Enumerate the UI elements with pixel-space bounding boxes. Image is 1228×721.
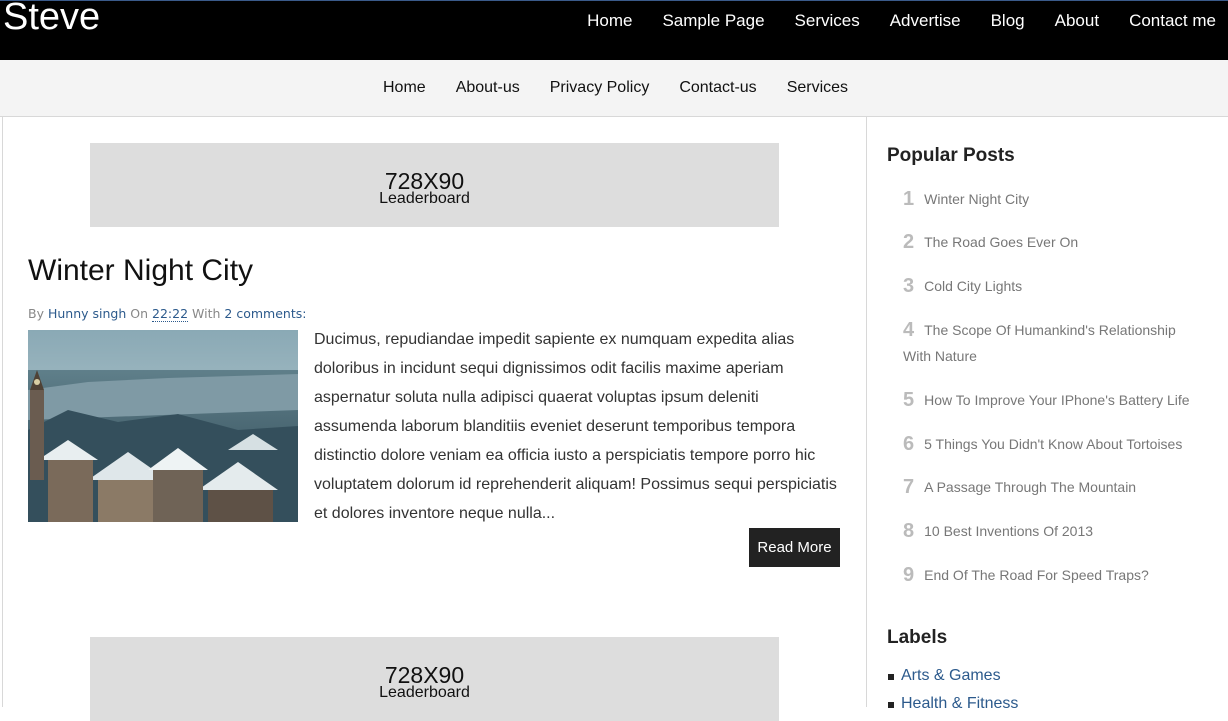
post-thumbnail[interactable] [28,330,298,522]
popular-post-title[interactable]: Winter Night City [924,191,1029,207]
labels-heading: Labels [887,627,948,648]
top-header: Steve Home Sample Page Services Advertis… [0,0,1228,60]
top-nav-blog[interactable]: Blog [991,11,1025,31]
bullet-icon [888,702,894,708]
label-link[interactable]: Arts & Games [901,667,1001,684]
sub-nav-services[interactable]: Services [772,79,863,97]
popular-post-item[interactable]: 7 A Passage Through The Mountain [903,474,1203,500]
comments-link[interactable]: 2 comments: [224,306,306,321]
top-nav-home[interactable]: Home [587,11,632,31]
ad-kind-label: Leaderboard [379,190,470,207]
post-excerpt: Ducimus, repudiandae impedit sapiente ex… [314,331,837,522]
meta-by: By [28,306,44,321]
popular-post-rank: 5 [903,389,915,411]
popular-post-item[interactable]: 3 Cold City Lights [903,273,1203,299]
popular-post-title[interactable]: End Of The Road For Speed Traps? [924,567,1149,583]
popular-post-title[interactable]: Cold City Lights [924,278,1022,294]
meta-on: On [130,306,149,321]
sub-nav-about-us[interactable]: About-us [441,79,535,97]
labels-list: Arts & Games Health & Fitness [887,664,1018,720]
top-nav-about[interactable]: About [1055,11,1099,31]
post-meta: By Hunny singh On 22:22 With 2 comments: [28,306,306,322]
main-left-border [2,117,3,707]
top-nav-sample-page[interactable]: Sample Page [662,11,764,31]
popular-post-title[interactable]: 5 Things You Didn't Know About Tortoises [924,436,1182,452]
popular-post-item[interactable]: 9 End Of The Road For Speed Traps? [903,562,1203,588]
popular-post-title[interactable]: A Passage Through The Mountain [924,479,1136,495]
site-title[interactable]: Steve [3,0,100,39]
ad-kind-label: Leaderboard [379,684,470,701]
popular-post-title[interactable]: The Road Goes Ever On [924,234,1078,250]
top-nav: Home Sample Page Services Advertise Blog… [557,1,1216,41]
popular-post-rank: 2 [903,231,915,253]
popular-post-item[interactable]: 8 10 Best Inventions Of 2013 [903,518,1203,544]
popular-post-item[interactable]: 5 How To Improve Your IPhone's Battery Li… [903,387,1203,413]
popular-post-rank: 9 [903,564,915,586]
read-more-button[interactable]: Read More [749,528,840,567]
popular-post-rank: 1 [903,188,915,210]
popular-post-rank: 8 [903,520,915,542]
label-item[interactable]: Health & Fitness [887,692,1018,720]
leaderboard-ad-bottom[interactable]: 728X90 Leaderboard [90,637,779,721]
popular-post-rank: 7 [903,476,915,498]
meta-with: With [192,306,221,321]
popular-post-item[interactable]: 1 Winter Night City [903,186,1203,212]
popular-post-title[interactable]: 10 Best Inventions Of 2013 [924,523,1093,539]
top-nav-services[interactable]: Services [795,11,860,31]
popular-posts-heading: Popular Posts [887,145,1015,166]
post-title[interactable]: Winter Night City [28,254,253,288]
popular-post-rank: 6 [903,433,915,455]
popular-post-rank: 3 [903,275,915,297]
bullet-icon [888,674,894,680]
label-link[interactable]: Health & Fitness [901,695,1018,712]
top-nav-contact[interactable]: Contact me [1129,11,1216,31]
secondary-nav: Home About-us Privacy Policy Contact-us … [368,60,863,116]
sidebar-divider [866,117,867,707]
popular-post-item[interactable]: 2 The Road Goes Ever On [903,229,1203,255]
popular-post-item[interactable]: 6 5 Things You Didn't Know About Tortoise… [903,431,1203,457]
winter-city-image [28,330,298,522]
popular-post-item[interactable]: 4 The Scope Of Humankind's Relationship W… [903,317,1203,369]
popular-post-rank: 4 [903,319,915,341]
popular-post-title[interactable]: How To Improve Your IPhone's Battery Lif… [924,392,1189,408]
sub-nav-privacy-policy[interactable]: Privacy Policy [535,79,665,97]
sub-nav-home[interactable]: Home [368,79,441,97]
popular-post-title[interactable]: The Scope Of Humankind's Relationship Wi… [903,322,1176,364]
label-item[interactable]: Arts & Games [887,664,1018,692]
top-nav-advertise[interactable]: Advertise [890,11,961,31]
sub-nav-contact-us[interactable]: Contact-us [664,79,771,97]
author-link[interactable]: Hunny singh [48,306,126,321]
leaderboard-ad-top[interactable]: 728X90 Leaderboard [90,143,779,227]
secondary-nav-bar: Home About-us Privacy Policy Contact-us … [0,60,1228,117]
post-time-link[interactable]: 22:22 [152,306,189,322]
